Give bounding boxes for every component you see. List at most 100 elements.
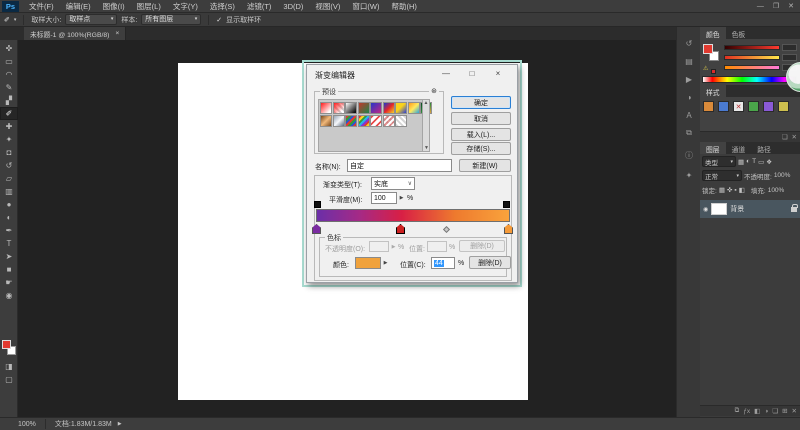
layer-thumbnail[interactable] <box>711 203 728 215</box>
pen-tool[interactable]: ✒ <box>0 224 18 237</box>
style-chip[interactable] <box>703 101 714 112</box>
filter-pixel-icon[interactable]: ▦ <box>738 158 744 166</box>
menu-file[interactable]: 文件(F) <box>23 0 60 13</box>
style-chip[interactable] <box>748 101 759 112</box>
clone-stamp-tool[interactable]: ◘ <box>0 146 18 159</box>
adjustment-layer-icon[interactable]: ◑ <box>764 408 768 415</box>
scroll-down-icon[interactable]: ▼ <box>424 145 429 151</box>
filter-type-icon[interactable]: T <box>752 158 756 165</box>
spinner-icon[interactable]: ▶ <box>398 195 405 201</box>
crop-tool[interactable]: ▞ <box>0 94 18 107</box>
location-input[interactable]: 44 <box>431 257 455 269</box>
status-menu-arrow-icon[interactable]: ▶ <box>118 421 122 427</box>
style-chip[interactable] <box>763 101 774 112</box>
delete-stop-button[interactable]: 删除(D) <box>469 256 511 269</box>
cancel-button[interactable]: 取消 <box>451 112 511 125</box>
sample-dropdown[interactable]: 所有图层 ▾ <box>141 14 202 25</box>
tab-color[interactable]: 颜色 <box>700 27 726 39</box>
new-layer-icon[interactable]: ⊞ <box>782 407 787 415</box>
gamut-warning-icon[interactable]: ⚠ <box>703 65 708 72</box>
fill-value[interactable]: 100% <box>768 187 785 194</box>
tab-styles[interactable]: 样式 <box>700 85 726 97</box>
gradient-preset[interactable] <box>382 102 395 114</box>
brush-tool[interactable]: ✦ <box>0 133 18 146</box>
foreground-color-swatch[interactable] <box>2 340 11 349</box>
gamut-color-chip[interactable] <box>711 69 716 74</box>
path-selection-tool[interactable]: ➤ <box>0 250 18 263</box>
menu-window[interactable]: 窗口(W) <box>346 0 385 13</box>
gradient-preset[interactable] <box>407 102 420 114</box>
hand-tool[interactable]: ☛ <box>0 276 18 289</box>
dodge-tool[interactable]: ◐ <box>0 211 18 224</box>
blur-tool[interactable]: ● <box>0 198 18 211</box>
gradient-preset[interactable] <box>357 115 370 127</box>
gradient-preset[interactable] <box>345 102 357 114</box>
character-panel-icon[interactable]: A <box>677 107 701 123</box>
sample-size-dropdown[interactable]: 取样点 ▾ <box>65 14 118 25</box>
tab-layers[interactable]: 图层 <box>700 142 726 154</box>
panel-foreground-swatch[interactable] <box>703 44 713 54</box>
filter-smart-icon[interactable]: ❖ <box>766 158 772 166</box>
gradient-preset[interactable] <box>332 102 345 114</box>
color-menu-arrow-icon[interactable]: ▶ <box>382 260 389 266</box>
marquee-tool[interactable]: ▭ <box>0 55 18 68</box>
gradient-preset[interactable] <box>395 102 407 114</box>
opacity-stop-left[interactable] <box>314 201 321 208</box>
gradient-type-dropdown[interactable]: 实底 ∨ <box>371 177 415 190</box>
layer-group-icon[interactable]: ❏ <box>772 407 778 415</box>
gradient-preview-bar[interactable] <box>316 209 510 222</box>
delete-layer-icon[interactable]: ✕ <box>792 407 797 415</box>
style-chip-clear[interactable]: ✕ <box>733 101 744 112</box>
show-ring-checkbox[interactable]: ✓ <box>216 16 222 24</box>
gradient-preset[interactable] <box>382 115 395 127</box>
lock-position-icon[interactable]: ▪ <box>734 187 736 194</box>
opacity-value[interactable]: 100% <box>774 172 791 179</box>
green-slider[interactable] <box>724 55 780 60</box>
red-slider[interactable] <box>724 45 780 50</box>
healing-brush-tool[interactable]: ✚ <box>0 120 18 133</box>
clone-source-panel-icon[interactable]: ⧉ <box>677 125 701 141</box>
history-brush-tool[interactable]: ↺ <box>0 159 18 172</box>
style-chip[interactable] <box>718 101 729 112</box>
navigator-panel-icon[interactable]: ✦ <box>677 167 701 183</box>
smoothness-input[interactable]: 100 <box>371 192 397 204</box>
quick-selection-tool[interactable]: ✎ <box>0 81 18 94</box>
blend-mode-dropdown[interactable]: 正常 ▾ <box>702 170 742 181</box>
quick-mask-button[interactable]: ◨ <box>0 360 18 373</box>
gradient-preset[interactable] <box>320 102 332 114</box>
gradient-preset[interactable] <box>320 115 332 127</box>
lock-pixels-icon[interactable]: ✜ <box>727 186 732 194</box>
info-panel-icon[interactable]: ⓘ <box>677 147 701 163</box>
menu-view[interactable]: 视图(V) <box>309 0 346 13</box>
adjustments-panel-icon[interactable]: ◑ <box>677 89 701 105</box>
ok-button[interactable]: 确定 <box>451 96 511 109</box>
filter-shape-icon[interactable]: ▭ <box>758 158 764 166</box>
gradient-preset[interactable] <box>370 115 382 127</box>
gradient-tool[interactable]: ▥ <box>0 185 18 198</box>
color-spectrum-ramp[interactable] <box>702 76 797 83</box>
shape-tool[interactable]: ■ <box>0 263 18 276</box>
eraser-tool[interactable]: ▱ <box>0 172 18 185</box>
dialog-close-icon[interactable]: × <box>491 69 505 78</box>
lock-transparent-icon[interactable]: ▦ <box>719 186 725 194</box>
gradient-preset[interactable] <box>357 102 370 114</box>
stop-color-swatch[interactable] <box>355 257 381 269</box>
dialog-maximize-icon[interactable]: □ <box>465 69 479 78</box>
actions-panel-icon[interactable]: ▶ <box>677 71 701 87</box>
move-tool[interactable]: ✜ <box>0 42 18 55</box>
zoom-tool[interactable]: ◉ <box>0 289 18 302</box>
menu-filter[interactable]: 滤镜(T) <box>241 0 278 13</box>
gradient-preset[interactable] <box>370 102 382 114</box>
menu-image[interactable]: 图像(I) <box>97 0 131 13</box>
style-chip[interactable] <box>778 101 789 112</box>
gradient-preset[interactable] <box>332 115 345 127</box>
app-minimize-button[interactable]: — <box>757 0 764 13</box>
layer-row-background[interactable]: ◉ 背景 <box>700 200 800 218</box>
save-button[interactable]: 存储(S)... <box>451 142 511 155</box>
zoom-level[interactable]: 100% <box>18 421 36 428</box>
tab-close-icon[interactable]: × <box>115 30 119 37</box>
tab-swatches[interactable]: 色板 <box>726 27 752 39</box>
app-close-button[interactable]: ✕ <box>788 0 794 13</box>
menu-select[interactable]: 选择(S) <box>204 0 241 13</box>
opacity-stop-right[interactable] <box>503 201 510 208</box>
